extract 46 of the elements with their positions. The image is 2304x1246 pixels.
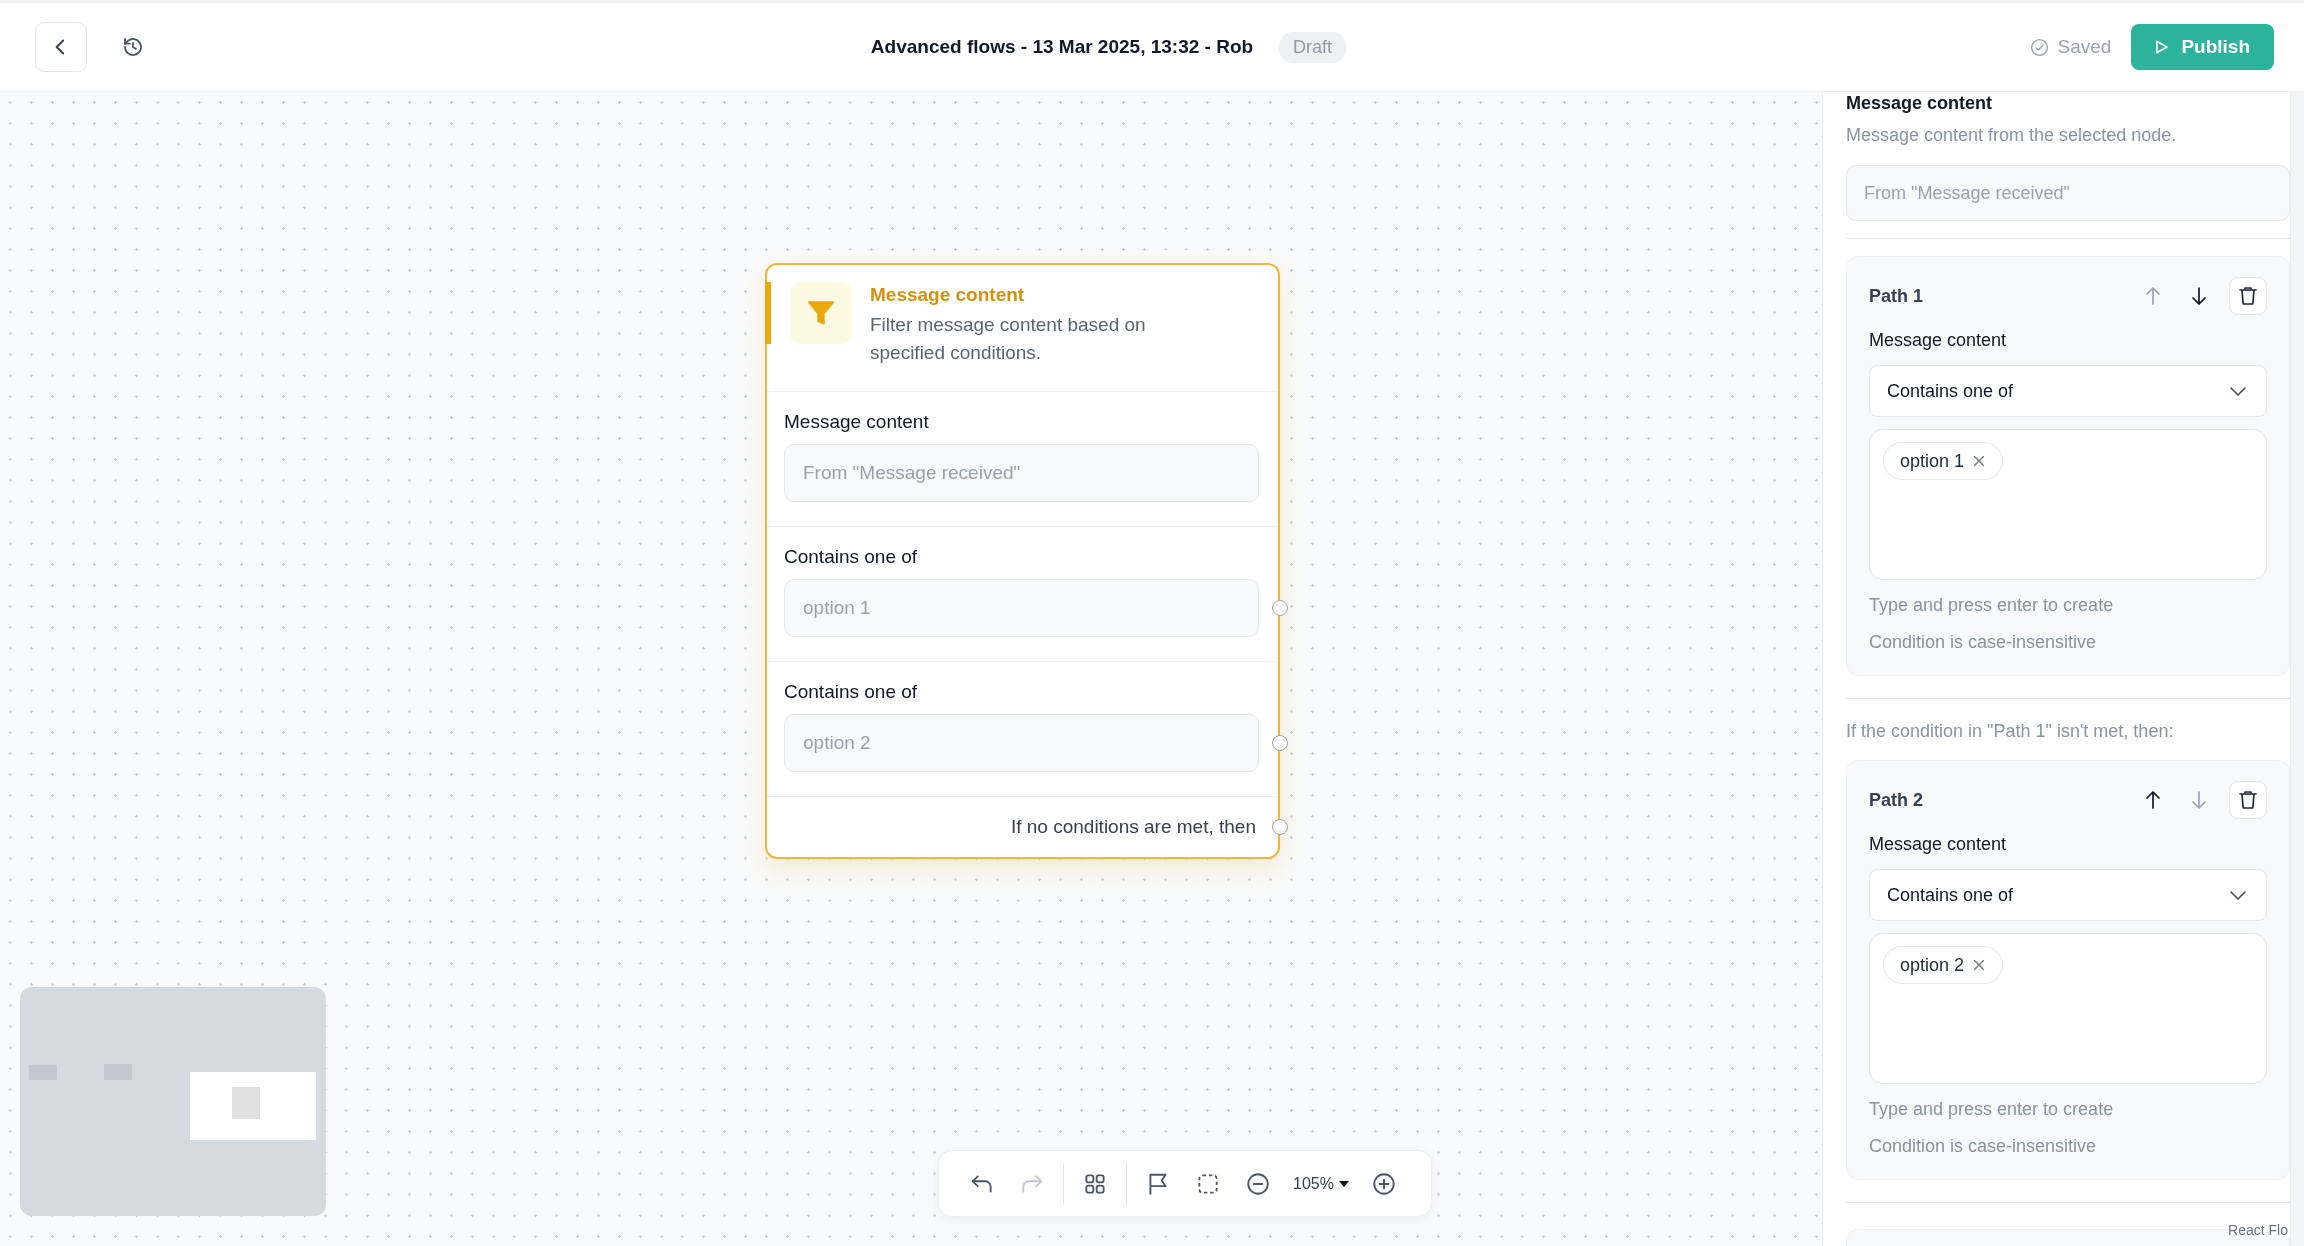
save-status-text: Saved <box>2057 36 2112 58</box>
path-title: Path 2 <box>1869 789 1925 811</box>
input-field[interactable]: option 1 <box>784 579 1259 637</box>
status-badge: Draft <box>1279 31 1347 63</box>
delete-button[interactable] <box>2229 277 2267 315</box>
flow-title: Advanced flows - 13 Mar 2025, 13:32 - Rob <box>870 36 1254 58</box>
field-label: Message content <box>1869 833 2008 855</box>
field-label: Contains one of <box>784 545 919 569</box>
delete-button[interactable] <box>2229 781 2267 819</box>
node-description: Filter message content based on specified conditions. <box>870 313 1147 365</box>
tag-label: option 1 <box>1900 450 1965 472</box>
caret-icon <box>1338 1179 1349 1188</box>
fallback-label: If no conditions are met, then <box>1010 816 1256 838</box>
panel-title: Message content <box>1846 92 1994 114</box>
help-text: Type and press enter to create <box>1869 594 2115 616</box>
connection-handle[interactable] <box>1272 819 1288 835</box>
path-note: If the condition in "Path 1" isn't met, then: <box>1846 720 2175 743</box>
tag-input[interactable]: option 1 <box>1869 429 2267 580</box>
node-title: Message content <box>870 283 1026 307</box>
filter-node[interactable]: Message content Filter message content based on specified conditions. Message content From "Message received" Contains one of option 1 Contains one of option 2 If no conditions are met, then <box>765 263 1280 859</box>
check-circle-icon <box>2028 36 2050 58</box>
scrollbar[interactable] <box>2290 92 2304 1246</box>
field-label: Contains one of <box>784 680 919 704</box>
operator-select[interactable]: Contains one of <box>1869 365 2267 417</box>
attribution-link[interactable]: React Flo <box>2226 1222 2290 1238</box>
zoom-in-icon <box>1370 1170 1397 1197</box>
operator-select[interactable]: Contains one of <box>1869 869 2267 921</box>
connection-handle[interactable] <box>1272 735 1288 751</box>
input-field[interactable]: option 2 <box>784 714 1259 772</box>
tag-label: option 2 <box>1900 954 1965 976</box>
panel-description: Message content from the selected node. <box>1846 124 2178 146</box>
input-field[interactable]: From "Message received" <box>784 444 1259 502</box>
trash-icon <box>2236 788 2260 812</box>
help-text: Type and press enter to create <box>1869 1098 2115 1120</box>
zoom-level-dropdown[interactable]: 105% <box>1287 1168 1355 1199</box>
zoom-out-icon <box>1245 1170 1271 1197</box>
trash-icon <box>2236 284 2260 308</box>
field-label: Message content <box>1869 329 2008 351</box>
path-title: Path 1 <box>1869 285 1925 307</box>
history-icon <box>121 35 145 59</box>
tag-input[interactable]: option 2 <box>1869 933 2267 1084</box>
input-field[interactable]: From "Message received" <box>1846 165 2290 221</box>
help-text: Condition is case-insensitive <box>1869 1135 2098 1157</box>
connection-handle[interactable] <box>1272 600 1288 616</box>
help-text: Condition is case-insensitive <box>1869 631 2098 653</box>
field-label: Message content <box>784 410 930 434</box>
